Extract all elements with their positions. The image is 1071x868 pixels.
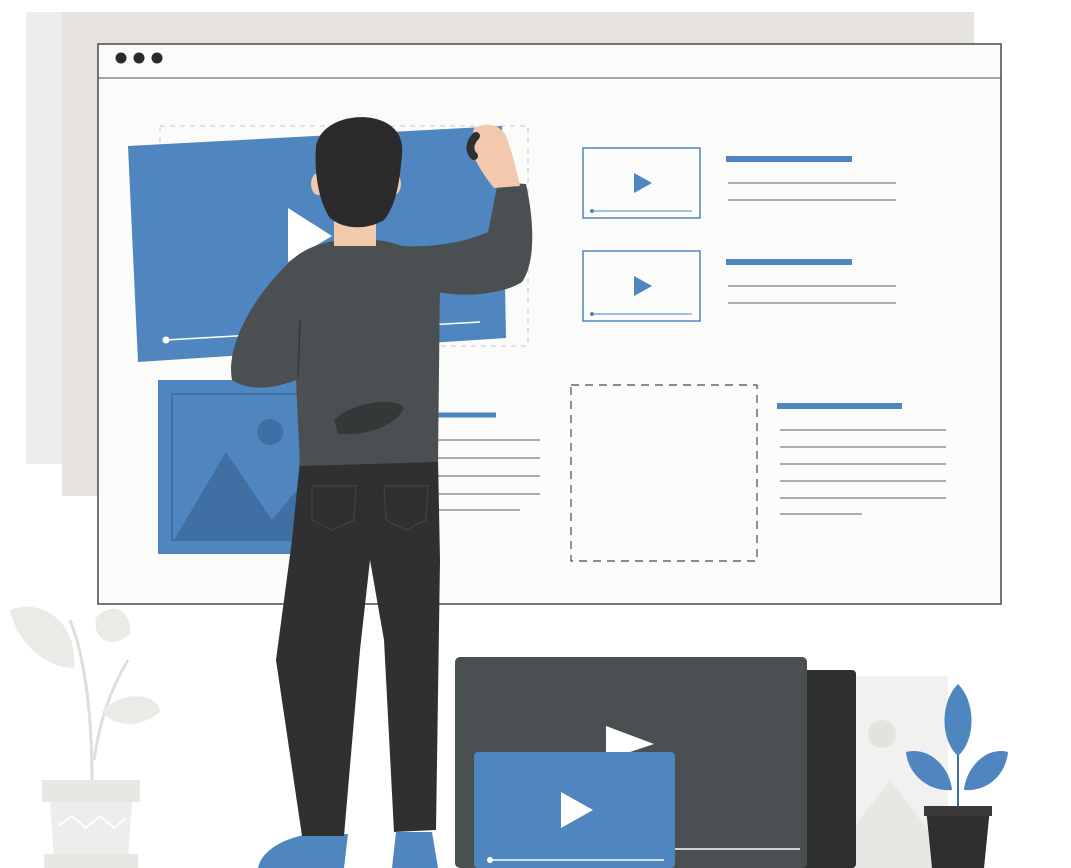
pot-left: [50, 802, 132, 860]
pot-rim-left: [42, 780, 140, 802]
left-shoe: [258, 834, 348, 868]
plant-icon-left: [10, 606, 160, 868]
pants: [276, 458, 440, 836]
hair: [315, 117, 403, 228]
video-thumb-1: [582, 147, 701, 219]
right-shoe: [392, 832, 438, 868]
three-dots-icon: [115, 52, 163, 64]
media-stack: [455, 657, 948, 868]
illustration-scene: [10, 12, 1008, 868]
video-progress-knob: [162, 336, 170, 344]
pot-right: [926, 808, 990, 868]
image-card: [158, 380, 309, 554]
video-thumb-2: [582, 250, 701, 322]
